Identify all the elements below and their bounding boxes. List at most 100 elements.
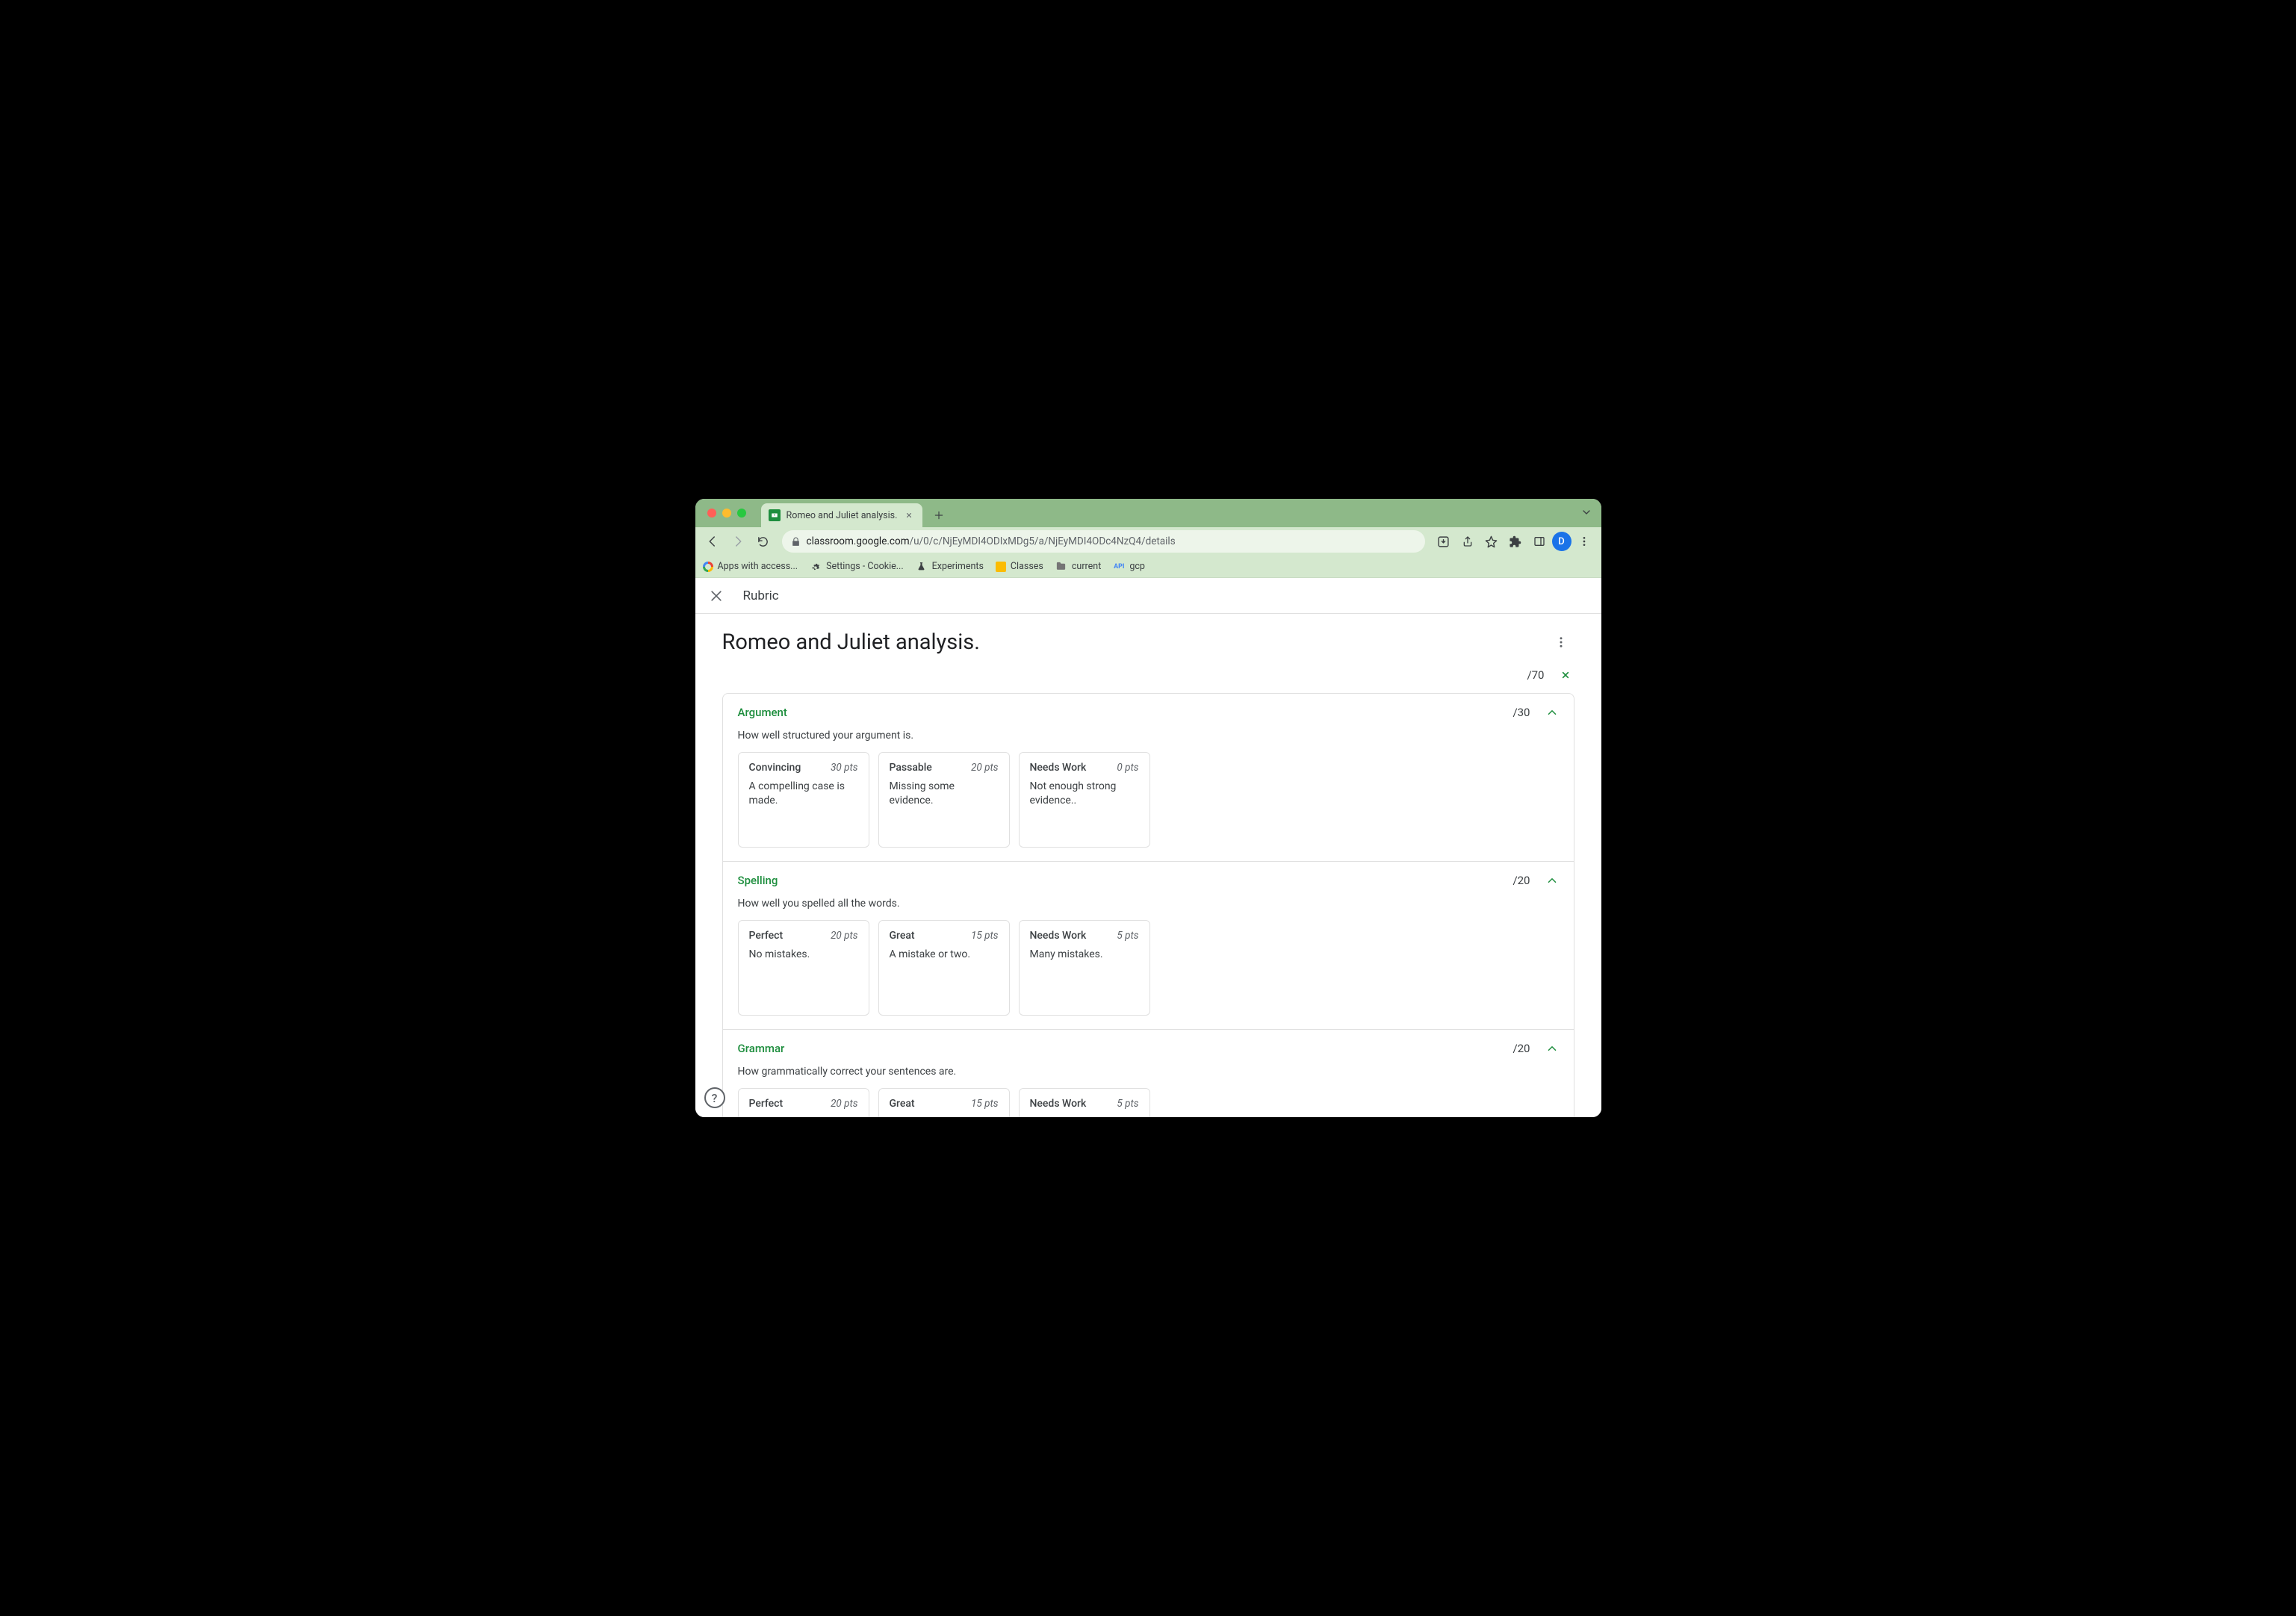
- assignment-title: Romeo and Juliet analysis.: [722, 630, 980, 655]
- tab-overflow-button[interactable]: [1580, 506, 1592, 518]
- collapse-criterion-button[interactable]: [1545, 874, 1559, 887]
- forward-button[interactable]: [727, 530, 749, 553]
- window-maximize-button[interactable]: [737, 509, 746, 518]
- levels-row: Perfect 20 pts No mistakes. Great 15 pts…: [738, 1088, 1559, 1117]
- criterion: Argument /30 How well structured your ar…: [723, 694, 1574, 862]
- level-description: A mistake or two.: [890, 948, 999, 962]
- bookmark-item[interactable]: Settings - Cookie...: [810, 561, 904, 573]
- classroom-icon: [996, 562, 1006, 572]
- app-header: Rubric: [695, 578, 1601, 614]
- criterion-description: How grammatically correct your sentences…: [738, 1066, 1559, 1078]
- close-button[interactable]: [707, 587, 725, 605]
- extensions-icon[interactable]: [1504, 530, 1527, 553]
- level-card[interactable]: Needs Work 0 pts Not enough strong evide…: [1019, 752, 1150, 848]
- level-card[interactable]: Great 15 pts A mistake or two.: [878, 920, 1010, 1016]
- avatar-letter: D: [1558, 536, 1565, 547]
- install-app-icon[interactable]: [1433, 530, 1455, 553]
- level-card[interactable]: Needs Work 5 pts Many mistakes.: [1019, 1088, 1150, 1117]
- window-minimize-button[interactable]: [722, 509, 731, 518]
- window-close-button[interactable]: [707, 509, 716, 518]
- bookmark-label: Apps with access...: [718, 561, 798, 572]
- collapse-all-button[interactable]: [1560, 668, 1571, 683]
- url-path: /u/0/c/NjEyMDI4ODIxMDg5/a/NjEyMDI4ODc4Nz…: [910, 535, 1176, 547]
- browser-tab[interactable]: Romeo and Juliet analysis.: [761, 503, 923, 527]
- level-card[interactable]: Great 15 pts A mistake or two.: [878, 1088, 1010, 1117]
- level-name: Passable: [890, 762, 932, 774]
- levels-row: Perfect 20 pts No mistakes. Great 15 pts…: [738, 920, 1559, 1016]
- level-header: Great 15 pts: [890, 930, 999, 942]
- criterion-points-group: /30: [1512, 706, 1558, 719]
- level-description: A compelling case is made.: [749, 780, 858, 808]
- level-name: Great: [890, 930, 915, 942]
- level-points: 15 pts: [971, 1098, 998, 1110]
- bookmark-item[interactable]: API gcp: [1113, 561, 1145, 573]
- reload-button[interactable]: [752, 530, 775, 553]
- browser-tab-strip: Romeo and Juliet analysis.: [695, 499, 1601, 527]
- browser-toolbar: classroom.google.com/u/0/c/NjEyMDI4ODIxM…: [695, 527, 1601, 556]
- collapse-criterion-button[interactable]: [1545, 706, 1559, 719]
- bookmark-item[interactable]: Experiments: [916, 561, 984, 573]
- criterion: Spelling /20 How well you spelled all th…: [723, 862, 1574, 1030]
- bookmark-label: Experiments: [932, 561, 984, 572]
- level-header: Convincing 30 pts: [749, 762, 858, 774]
- new-tab-button[interactable]: [928, 505, 949, 526]
- level-header: Needs Work 5 pts: [1030, 1098, 1139, 1110]
- level-card[interactable]: Perfect 20 pts No mistakes.: [738, 1088, 869, 1117]
- chrome-menu-icon[interactable]: [1573, 530, 1595, 553]
- level-description: No mistakes.: [749, 948, 858, 962]
- level-card[interactable]: Perfect 20 pts No mistakes.: [738, 920, 869, 1016]
- level-name: Perfect: [749, 930, 784, 942]
- rubric-container: Argument /30 How well structured your ar…: [722, 693, 1574, 1117]
- level-description: No mistakes.: [749, 1116, 858, 1117]
- google-icon: [703, 562, 713, 572]
- more-options-button[interactable]: [1548, 629, 1574, 656]
- criterion-header: Spelling /20: [738, 874, 1559, 887]
- bookmark-item[interactable]: Apps with access...: [703, 561, 798, 572]
- level-name: Needs Work: [1030, 762, 1087, 774]
- level-description: Missing some evidence.: [890, 780, 999, 808]
- back-button[interactable]: [701, 530, 724, 553]
- flask-icon: [916, 561, 928, 573]
- level-points: 5 pts: [1117, 930, 1138, 942]
- level-card[interactable]: Needs Work 5 pts Many mistakes.: [1019, 920, 1150, 1016]
- level-points: 20 pts: [831, 1098, 857, 1110]
- collapse-criterion-button[interactable]: [1545, 1042, 1559, 1055]
- level-header: Perfect 20 pts: [749, 930, 858, 942]
- gear-icon: [810, 561, 822, 573]
- content-area: Rubric Romeo and Juliet analysis. /70: [695, 578, 1601, 1117]
- criterion-description: How well you spelled all the words.: [738, 898, 1559, 910]
- level-name: Needs Work: [1030, 1098, 1087, 1110]
- level-description: Not enough strong evidence..: [1030, 780, 1139, 808]
- lock-icon: [791, 537, 801, 547]
- level-card[interactable]: Convincing 30 pts A compelling case is m…: [738, 752, 869, 848]
- side-panel-icon[interactable]: [1528, 530, 1551, 553]
- level-points: 5 pts: [1117, 1098, 1138, 1110]
- bookmarks-bar: Apps with access... Settings - Cookie...…: [695, 556, 1601, 578]
- level-name: Convincing: [749, 762, 801, 774]
- level-card[interactable]: Passable 20 pts Missing some evidence.: [878, 752, 1010, 848]
- api-icon: API: [1113, 561, 1125, 573]
- criterion-description: How well structured your argument is.: [738, 730, 1559, 742]
- level-header: Great 15 pts: [890, 1098, 999, 1110]
- bookmark-label: gcp: [1129, 561, 1145, 572]
- header-section-label: Rubric: [743, 588, 779, 603]
- help-button[interactable]: ?: [704, 1087, 725, 1108]
- criterion: Grammar /20 How grammatically correct yo…: [723, 1030, 1574, 1117]
- bookmark-star-icon[interactable]: [1480, 530, 1503, 553]
- share-icon[interactable]: [1456, 530, 1479, 553]
- address-bar[interactable]: classroom.google.com/u/0/c/NjEyMDI4ODIxM…: [782, 530, 1425, 553]
- profile-avatar[interactable]: D: [1552, 532, 1571, 551]
- tabs: Romeo and Juliet analysis.: [761, 499, 950, 527]
- level-header: Needs Work 5 pts: [1030, 930, 1139, 942]
- total-points: /70: [1527, 668, 1544, 682]
- levels-row: Convincing 30 pts A compelling case is m…: [738, 752, 1559, 848]
- tab-close-button[interactable]: [903, 509, 915, 521]
- bookmark-item[interactable]: current: [1055, 561, 1101, 573]
- title-row: Romeo and Juliet analysis.: [722, 629, 1574, 656]
- level-points: 15 pts: [971, 930, 998, 942]
- bookmark-item[interactable]: Classes: [996, 561, 1043, 572]
- bookmark-label: Settings - Cookie...: [826, 561, 904, 572]
- level-description: Many mistakes.: [1030, 1116, 1139, 1117]
- level-points: 0 pts: [1117, 762, 1138, 774]
- scroll-region[interactable]: Rubric Romeo and Juliet analysis. /70: [695, 578, 1601, 1117]
